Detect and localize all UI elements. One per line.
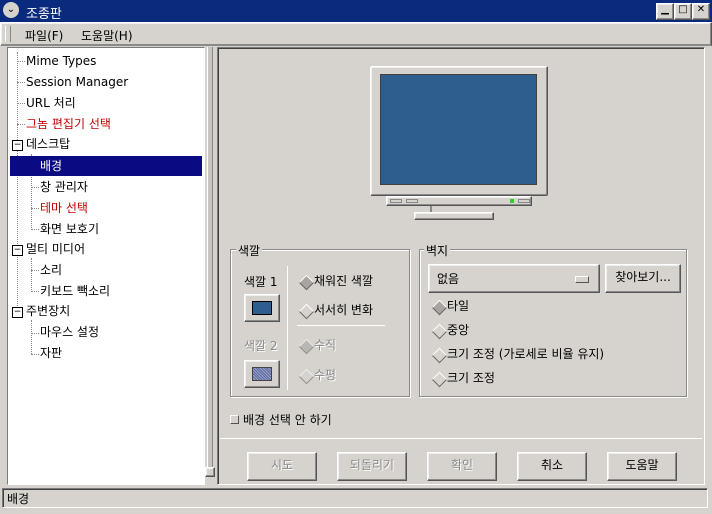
tree-item-desktop[interactable]: 데스크탑 — [26, 134, 70, 154]
menu-bar: 파일(F) 도움말(H) — [0, 22, 712, 46]
peripherals-expander-icon[interactable]: − — [12, 307, 23, 318]
browse-button[interactable]: 찾아보기... — [605, 264, 681, 293]
pane-splitter[interactable] — [205, 47, 215, 485]
tree-item-keyboard[interactable]: 자판 — [40, 343, 62, 363]
wallpaper-select[interactable]: 없음 — [428, 264, 600, 293]
vertical-label: 수직 — [314, 338, 337, 352]
title-bar: ⌄ 조종판 ▁ □ ✕ — [0, 0, 712, 22]
horizontal-label: 수평 — [314, 368, 337, 382]
tree-item-mime-types[interactable]: Mime Types — [26, 51, 96, 71]
tree-item-url-handler[interactable]: URL 처리 — [26, 93, 76, 113]
tree-item-theme-selector[interactable]: 테마 선택 — [40, 198, 88, 218]
color2-button[interactable] — [244, 360, 280, 388]
center-label[interactable]: 중앙 — [447, 321, 469, 338]
button-row-divider — [220, 438, 702, 439]
cancel-button-label: 취소 — [540, 458, 564, 472]
maximize-icon[interactable]: □ — [674, 3, 692, 20]
tree-item-window-manager[interactable]: 창 관리자 — [40, 177, 88, 197]
minimize-icon[interactable]: ▁ — [656, 3, 674, 20]
monitor-preview — [370, 66, 548, 220]
scale-label[interactable]: 크기 조정 — [447, 369, 495, 386]
color1-swatch — [252, 301, 272, 315]
wallpaper-select-value: 없음 — [437, 272, 460, 286]
tree-item-multimedia[interactable]: 멀티 미디어 — [26, 239, 85, 259]
tree-item-session-manager[interactable]: Session Manager — [26, 72, 128, 92]
menu-grip[interactable] — [5, 26, 11, 42]
capplet-tree[interactable]: Mime Types Session Manager URL 처리 그놈 편집기… — [8, 48, 204, 484]
tree-item-mouse[interactable]: 마우스 설정 — [40, 322, 99, 342]
color2-swatch — [252, 367, 272, 381]
gradient-separator — [297, 325, 385, 326]
menu-file[interactable]: 파일(F) — [25, 27, 63, 44]
scale-keep-label[interactable]: 크기 조정 (가로세로 비율 유지) — [447, 345, 604, 362]
window-menu-icon[interactable]: ⌄ — [3, 2, 19, 18]
status-bar: 배경 — [2, 488, 708, 508]
color1-button[interactable] — [244, 294, 280, 322]
help-button[interactable]: 도움말 — [607, 452, 677, 481]
tree-item-peripherals[interactable]: 주변장치 — [26, 301, 70, 321]
cancel-button[interactable]: 취소 — [517, 452, 587, 481]
desktop-expander-icon[interactable]: − — [12, 140, 23, 151]
tree-item-background[interactable]: 배경 — [10, 156, 202, 176]
tile-label[interactable]: 타일 — [447, 297, 469, 314]
dropdown-indicator-icon — [575, 276, 589, 283]
wallpaper-group-title: 벽지 — [424, 242, 451, 259]
color2-label: 색깔 2 — [244, 339, 278, 353]
tree-item-gnome-editor[interactable]: 그놈 편집기 선택 — [26, 114, 111, 134]
color1-label: 색깔 1 — [244, 275, 278, 289]
menu-help[interactable]: 도움말(H) — [81, 27, 133, 44]
revert-button-label: 되돌리기 — [349, 458, 395, 472]
gradient-label[interactable]: 서서히 변화 — [314, 301, 373, 318]
tree-item-keyboard-bell[interactable]: 키보드 빽소리 — [40, 281, 110, 301]
no-background-checkbox[interactable] — [230, 415, 239, 424]
solid-color-label[interactable]: 채워진 색깔 — [314, 272, 373, 289]
try-button[interactable]: 시도 — [247, 452, 317, 481]
tree-item-background-label: 배경 — [40, 159, 63, 173]
ok-button-label: 확인 — [450, 458, 474, 472]
revert-button[interactable]: 되돌리기 — [337, 452, 407, 481]
no-background-label[interactable]: 배경 선택 안 하기 — [243, 411, 332, 428]
splitter-handle[interactable] — [205, 467, 215, 477]
tree-item-sound[interactable]: 소리 — [40, 260, 62, 280]
multimedia-expander-icon[interactable]: − — [12, 245, 23, 256]
help-button-label: 도움말 — [625, 458, 659, 472]
browse-button-label: 찾아보기... — [615, 270, 671, 284]
status-text: 배경 — [7, 492, 30, 506]
try-button-label: 시도 — [270, 458, 294, 472]
color-divider — [287, 266, 288, 390]
tree-item-screensaver[interactable]: 화면 보호기 — [40, 219, 99, 239]
color-group-title: 색깔 — [236, 242, 263, 259]
window-title: 조종판 — [26, 7, 62, 22]
monitor-stand — [414, 212, 494, 220]
ok-button[interactable]: 확인 — [427, 452, 497, 481]
monitor-screen — [380, 74, 537, 185]
close-icon[interactable]: ✕ — [692, 3, 710, 20]
